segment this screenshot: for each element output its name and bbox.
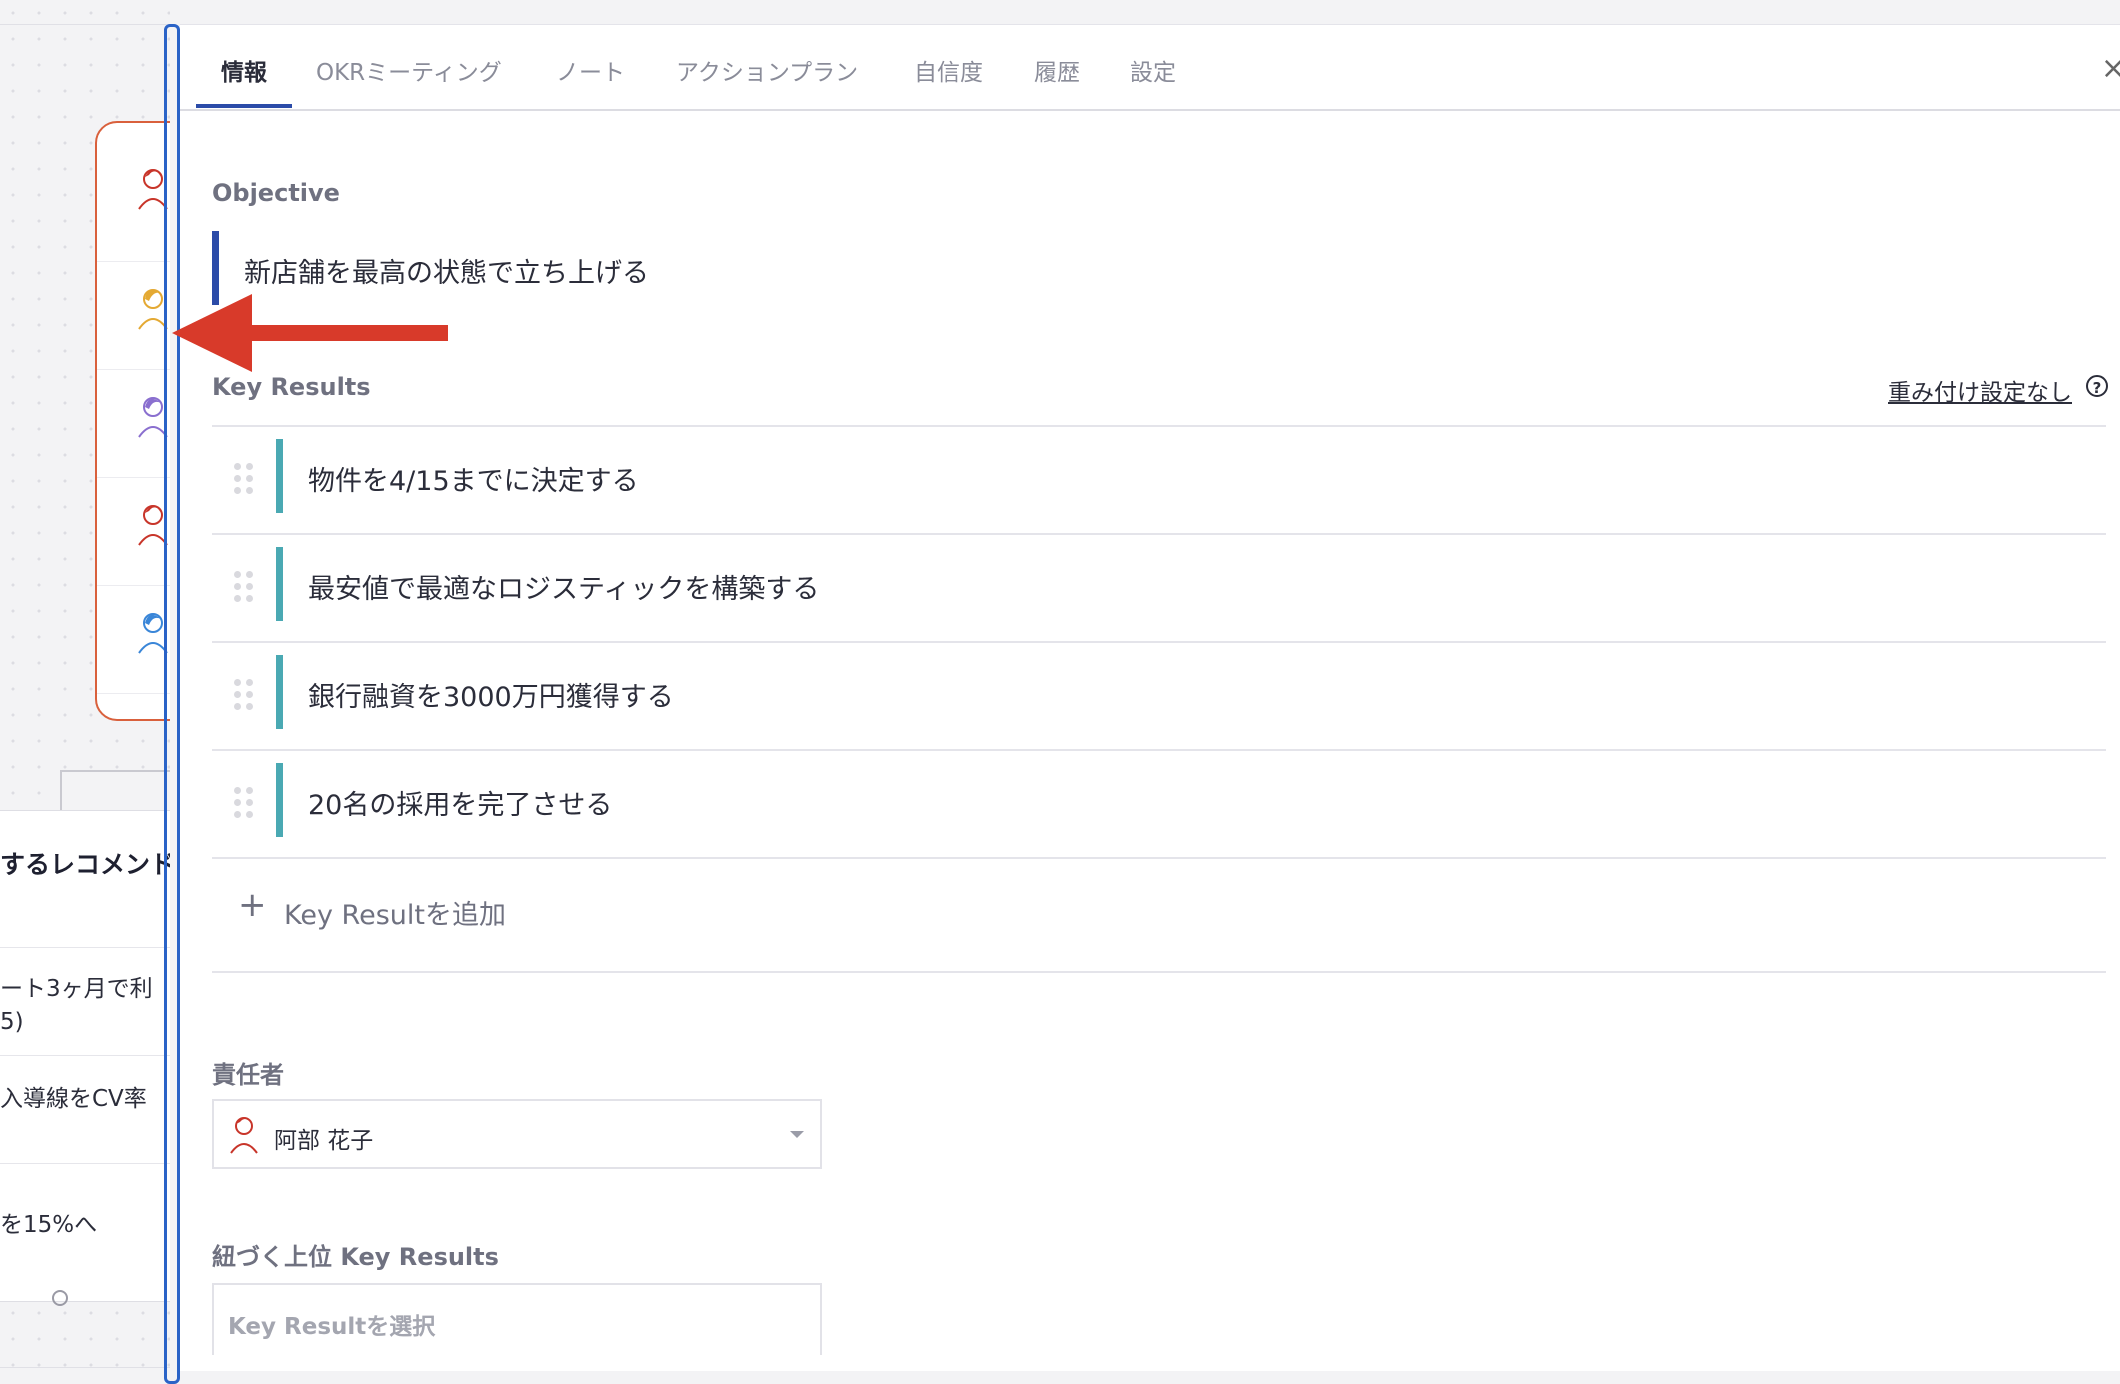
key-result-title[interactable]: 20名の採用を完了させる bbox=[308, 783, 612, 822]
caret-down-icon bbox=[790, 1131, 804, 1138]
parent-key-results-label: 紐づく上位 Key Results bbox=[212, 1243, 499, 1271]
card-divider bbox=[97, 585, 170, 586]
add-key-result-button[interactable]: + Key Resultを追加 bbox=[212, 857, 2106, 973]
key-result-title[interactable]: 銀行融資を3000万円獲得する bbox=[308, 675, 674, 714]
key-result-color-bar bbox=[276, 763, 283, 837]
key-results-label: Key Results bbox=[212, 373, 371, 401]
key-result-color-bar bbox=[276, 655, 283, 729]
okr-card[interactable] bbox=[95, 121, 170, 721]
active-tab-indicator bbox=[196, 104, 292, 108]
key-result-color-bar bbox=[276, 547, 283, 621]
drag-handle-icon[interactable] bbox=[234, 571, 254, 603]
tab-notes[interactable]: ノート bbox=[556, 53, 625, 87]
drag-handle-icon[interactable] bbox=[234, 787, 254, 819]
owner-label: 責任者 bbox=[212, 1061, 284, 1089]
tree-connector bbox=[60, 770, 170, 812]
objective-title[interactable]: 新店舗を最高の状態で立ち上げる bbox=[244, 251, 649, 290]
background-header-border bbox=[0, 24, 170, 25]
panel-edge-highlight bbox=[164, 24, 180, 1384]
tab-confidence[interactable]: 自信度 bbox=[914, 53, 983, 87]
card-divider bbox=[97, 477, 170, 478]
key-result-color-bar bbox=[276, 439, 283, 513]
owner-select[interactable]: 阿部 花子 bbox=[212, 1099, 822, 1169]
key-result-title[interactable]: 物件を4/15までに決定する bbox=[308, 459, 639, 498]
key-result-title[interactable]: 最安値で最適なロジスティックを構築する bbox=[308, 567, 819, 606]
plus-icon: + bbox=[238, 885, 267, 925]
tab-action-plan[interactable]: アクションプラン bbox=[676, 53, 858, 87]
tab-history[interactable]: 履歴 bbox=[1034, 53, 1080, 87]
key-result-row[interactable]: 最安値で最適なロジスティックを構築する bbox=[212, 533, 2106, 643]
recommendation-item-text[interactable]: ート3ヶ月で利 bbox=[0, 969, 153, 1003]
recommendation-divider bbox=[0, 1163, 170, 1164]
weight-setting-link[interactable]: 重み付け設定なし bbox=[1888, 373, 2072, 407]
tab-okr-meeting[interactable]: OKRミーティング bbox=[316, 53, 502, 87]
parent-key-result-placeholder: Key Resultを選択 bbox=[228, 1314, 436, 1340]
okr-map-background: するレコメンド ート3ヶ月で利 5) 入導線をCV率 を15%へ bbox=[0, 0, 170, 1370]
annotation-arrow-icon bbox=[172, 294, 448, 372]
objective-label: Objective bbox=[212, 179, 340, 207]
recommendation-title: するレコメンド bbox=[0, 850, 170, 879]
drag-handle-icon[interactable] bbox=[234, 463, 254, 495]
card-divider bbox=[97, 693, 170, 694]
tab-info[interactable]: 情報 bbox=[221, 53, 267, 87]
key-result-row[interactable]: 銀行融資を3000万円獲得する bbox=[212, 641, 2106, 751]
key-result-row[interactable]: 20名の採用を完了させる bbox=[212, 749, 2106, 859]
drag-handle-icon[interactable] bbox=[234, 679, 254, 711]
more-icon[interactable] bbox=[52, 1290, 68, 1306]
recommendation-divider bbox=[0, 947, 170, 948]
recommendation-panel: するレコメンド ート3ヶ月で利 5) 入導線をCV率 を15%へ bbox=[0, 810, 170, 1302]
okr-detail-panel: 情報 OKRミーティング ノート アクションプラン 自信度 履歴 設定 × Ob… bbox=[180, 24, 2120, 1371]
recommendation-divider bbox=[0, 1055, 170, 1056]
user-avatar-icon bbox=[230, 1117, 258, 1154]
key-result-row[interactable]: 物件を4/15までに決定する bbox=[212, 425, 2106, 535]
question-circle-icon[interactable]: ? bbox=[2086, 375, 2108, 397]
tab-settings[interactable]: 設定 bbox=[1130, 53, 1176, 87]
tab-bar: 情報 OKRミーティング ノート アクションプラン 自信度 履歴 設定 × bbox=[180, 25, 2120, 111]
background-footer-border bbox=[0, 1367, 170, 1368]
close-icon[interactable]: × bbox=[2101, 51, 2120, 86]
card-divider bbox=[97, 369, 170, 370]
add-key-result-label: Key Resultを追加 bbox=[284, 900, 506, 931]
recommendation-item-text[interactable]: 入導線をCV率 bbox=[0, 1079, 147, 1113]
owner-name: 阿部 花子 bbox=[274, 1128, 374, 1154]
recommendation-item-text[interactable]: を15%へ bbox=[0, 1205, 97, 1239]
parent-key-result-select[interactable]: Key Resultを選択 bbox=[212, 1283, 822, 1355]
recommendation-item-text[interactable]: 5) bbox=[0, 1009, 24, 1035]
card-divider bbox=[97, 261, 170, 262]
